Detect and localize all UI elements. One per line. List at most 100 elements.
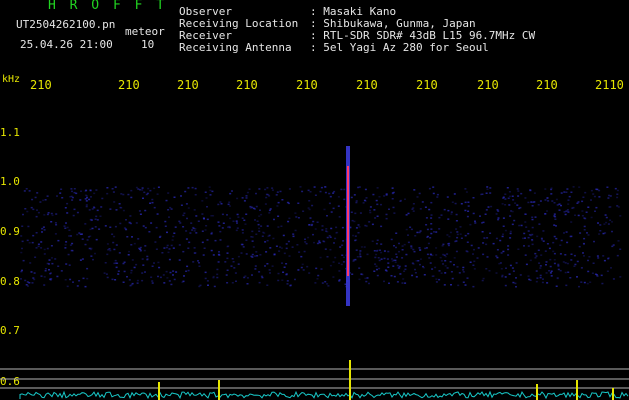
- noise-dot: [195, 215, 198, 217]
- noise-dot: [22, 259, 25, 262]
- noise-dot: [455, 240, 458, 242]
- noise-dot: [456, 236, 459, 239]
- noise-dot: [432, 186, 435, 188]
- noise-dot: [559, 253, 562, 255]
- noise-dot: [330, 227, 333, 230]
- noise-dot: [501, 275, 504, 278]
- noise-dot: [413, 189, 416, 191]
- noise-dot: [226, 282, 229, 284]
- noise-dot: [251, 253, 254, 256]
- noise-dot: [374, 263, 377, 265]
- noise-dot: [602, 255, 605, 257]
- noise-dot: [581, 210, 584, 212]
- noise-dot: [495, 237, 498, 240]
- noise-dot: [576, 276, 578, 278]
- noise-dot: [401, 282, 404, 284]
- noise-dot: [473, 268, 476, 270]
- noise-dot: [300, 266, 303, 269]
- noise-dot: [198, 265, 201, 267]
- noise-dot: [111, 278, 114, 281]
- noise-dot: [255, 233, 258, 235]
- noise-dot: [446, 267, 449, 269]
- noise-dot: [553, 252, 556, 255]
- noise-dot: [450, 211, 453, 213]
- noise-dot: [166, 244, 169, 247]
- noise-dot: [22, 213, 24, 216]
- noise-dot: [534, 252, 537, 255]
- noise-dot: [20, 270, 23, 273]
- noise-dot: [414, 268, 416, 271]
- noise-dot: [95, 215, 98, 218]
- noise-dot: [353, 194, 356, 196]
- noise-dot: [515, 286, 517, 288]
- noise-dot: [304, 238, 306, 240]
- noise-dot: [311, 204, 314, 207]
- noise-dot: [216, 273, 219, 276]
- noise-dot: [355, 201, 358, 204]
- noise-dot: [429, 262, 432, 264]
- noise-dot: [131, 259, 134, 261]
- noise-dot: [586, 282, 589, 285]
- noise-dot: [66, 226, 69, 229]
- noise-dot: [487, 206, 490, 208]
- noise-dot: [332, 207, 335, 210]
- noise-dot: [254, 268, 257, 270]
- noise-dot: [251, 274, 253, 276]
- noise-dot: [357, 224, 360, 226]
- noise-dot: [502, 233, 504, 235]
- noise-dot: [460, 203, 463, 205]
- noise-dot: [338, 262, 341, 264]
- noise-dot: [143, 191, 146, 194]
- noise-dot: [482, 221, 485, 224]
- noise-dot: [106, 243, 109, 245]
- noise-dot: [332, 192, 335, 194]
- noise-dot: [368, 282, 370, 285]
- noise-dot: [391, 260, 394, 262]
- noise-dot: [353, 220, 356, 223]
- noise-dot: [141, 189, 144, 191]
- noise-dot: [101, 197, 104, 200]
- noise-dot: [485, 268, 488, 270]
- noise-dot: [603, 259, 606, 262]
- noise-dot: [335, 232, 338, 234]
- noise-dot: [44, 268, 47, 270]
- noise-dot: [326, 256, 329, 258]
- noise-dot: [54, 222, 57, 224]
- noise-dot: [558, 203, 561, 205]
- noise-dot: [240, 252, 243, 254]
- noise-dot: [86, 277, 89, 280]
- noise-dot: [107, 249, 110, 251]
- noise-dot: [513, 219, 516, 222]
- noise-dot: [109, 249, 112, 252]
- noise-dot: [129, 215, 132, 217]
- noise-dot: [426, 236, 429, 238]
- noise-dot: [375, 265, 378, 267]
- noise-dot: [547, 200, 550, 202]
- noise-dot: [113, 235, 116, 238]
- noise-dot: [180, 195, 182, 197]
- noise-dot: [411, 274, 414, 277]
- noise-dot: [341, 254, 344, 256]
- noise-dot: [235, 220, 238, 222]
- noise-dot: [495, 272, 498, 274]
- noise-dot: [208, 186, 211, 188]
- noise-dot: [333, 190, 336, 193]
- reference-lines: [0, 368, 629, 389]
- echo-spike: [536, 384, 538, 400]
- noise-dot: [116, 262, 119, 264]
- noise-dot: [308, 272, 311, 274]
- noise-dot: [339, 246, 342, 248]
- noise-dot: [299, 186, 302, 188]
- noise-dot: [187, 187, 190, 189]
- noise-dot: [104, 262, 107, 264]
- noise-dot: [409, 226, 412, 228]
- noise-dot: [477, 247, 480, 249]
- noise-dot: [609, 195, 612, 197]
- noise-dot: [279, 190, 282, 193]
- noise-dot: [592, 193, 595, 195]
- noise-dot: [442, 243, 445, 246]
- noise-dot: [509, 215, 512, 217]
- noise-dot: [467, 232, 470, 235]
- noise-dot: [527, 275, 530, 277]
- noise-dot: [146, 258, 149, 260]
